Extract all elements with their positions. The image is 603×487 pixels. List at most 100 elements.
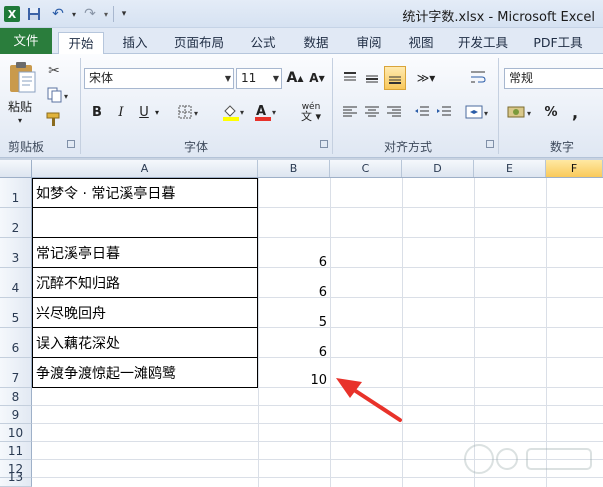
svg-text:A: A bbox=[256, 104, 266, 119]
row-header-5[interactable]: 5 bbox=[0, 298, 32, 328]
row-header-2[interactable]: 2 bbox=[0, 208, 32, 238]
italic-button[interactable]: I bbox=[112, 102, 130, 122]
copy-icon[interactable]: ▾ bbox=[44, 86, 72, 104]
row-header-6[interactable]: 6 bbox=[0, 328, 32, 358]
svg-text:▾: ▾ bbox=[484, 109, 488, 118]
cell-a7[interactable]: 争渡争渡惊起一滩鸥鹭 bbox=[32, 358, 258, 388]
align-left-icon[interactable] bbox=[340, 102, 360, 122]
group-separator bbox=[332, 58, 333, 154]
cell-a3[interactable]: 常记溪亭日暮 bbox=[32, 238, 258, 268]
row-header-13[interactable]: 13 bbox=[0, 470, 32, 487]
font-color-icon[interactable]: A ▾ bbox=[252, 102, 280, 122]
tab-pdf-tools[interactable]: PDF工具 bbox=[526, 32, 590, 54]
row-header-10[interactable]: 10 bbox=[0, 424, 32, 442]
decrease-indent-icon[interactable] bbox=[412, 102, 432, 122]
alignment-launcher-icon[interactable] bbox=[486, 140, 494, 148]
number-format-combo[interactable]: 常规 bbox=[504, 68, 603, 89]
font-size-combo[interactable]: 11 ▼ bbox=[236, 68, 282, 89]
row-header-1[interactable]: 1 bbox=[0, 178, 32, 208]
cell-a4[interactable]: 沉醉不知归路 bbox=[32, 268, 258, 298]
watermark-logo-icon bbox=[464, 444, 592, 474]
svg-text:▾: ▾ bbox=[194, 109, 198, 118]
redo-dropdown-icon[interactable]: ▾ bbox=[98, 6, 114, 22]
merge-center-icon[interactable]: ▾ bbox=[464, 102, 492, 122]
wrap-text-icon[interactable] bbox=[466, 66, 490, 88]
orientation-icon[interactable]: ≫▾ bbox=[414, 68, 438, 88]
align-middle-icon[interactable] bbox=[362, 68, 382, 88]
chevron-down-icon[interactable]: ▼ bbox=[225, 69, 231, 88]
cell-a5[interactable]: 兴尽晚回舟 bbox=[32, 298, 258, 328]
align-center-icon[interactable] bbox=[362, 102, 382, 122]
increase-indent-icon[interactable] bbox=[434, 102, 454, 122]
tab-developer[interactable]: 开发工具 bbox=[450, 32, 516, 54]
borders-icon[interactable]: ▾ bbox=[176, 102, 202, 122]
fill-color-icon[interactable]: ▾ bbox=[220, 102, 248, 122]
row-header-3[interactable]: 3 bbox=[0, 238, 32, 268]
cell-b6[interactable]: 6 bbox=[258, 345, 330, 360]
tab-insert[interactable]: 插入 bbox=[112, 32, 158, 54]
column-header-b[interactable]: B bbox=[258, 160, 330, 177]
row-header-11[interactable]: 11 bbox=[0, 442, 32, 460]
font-launcher-icon[interactable] bbox=[320, 140, 328, 148]
row-header-9[interactable]: 9 bbox=[0, 406, 32, 424]
row-header-7[interactable]: 7 bbox=[0, 358, 32, 388]
gridline bbox=[32, 405, 603, 406]
excel-logo-icon[interactable]: X bbox=[4, 6, 20, 22]
clipboard-group-label: 剪贴板 bbox=[8, 140, 45, 154]
number-format-value: 常规 bbox=[509, 71, 534, 85]
align-right-icon[interactable] bbox=[384, 102, 404, 122]
cell-a2[interactable] bbox=[32, 208, 258, 238]
tab-page-layout[interactable]: 页面布局 bbox=[166, 32, 232, 54]
customize-qat-icon[interactable]: ▾ bbox=[116, 6, 132, 22]
font-name-combo[interactable]: 宋体 ▼ bbox=[84, 68, 234, 89]
currency-format-icon[interactable]: ▾ bbox=[506, 102, 536, 122]
cell-b3[interactable]: 6 bbox=[258, 255, 330, 270]
cell-a6[interactable]: 误入藕花深处 bbox=[32, 328, 258, 358]
grow-font-icon[interactable]: A ▲ bbox=[286, 68, 304, 88]
save-icon[interactable] bbox=[26, 6, 42, 22]
align-bottom-icon[interactable] bbox=[384, 66, 406, 90]
column-header-f[interactable]: F bbox=[546, 160, 603, 177]
select-all-corner[interactable] bbox=[0, 160, 32, 177]
ribbon-home: 粘贴 ▾ ✂ ▾ 剪贴板 宋体 ▼ 11 ▼ A ▲ A ▼ B I U ▾ ▾ ▾… bbox=[0, 54, 603, 158]
column-header-d[interactable]: D bbox=[402, 160, 474, 177]
paste-icon[interactable] bbox=[6, 58, 38, 96]
row-header-4[interactable]: 4 bbox=[0, 268, 32, 298]
cell-b5[interactable]: 5 bbox=[258, 315, 330, 330]
percent-style-button[interactable]: % bbox=[542, 102, 560, 122]
redo-icon[interactable]: ↷ bbox=[82, 6, 98, 22]
paste-dropdown-icon[interactable]: ▾ bbox=[18, 116, 22, 125]
align-top-icon[interactable] bbox=[340, 68, 360, 88]
tab-view[interactable]: 视图 bbox=[398, 32, 444, 54]
comma-style-button[interactable]: , bbox=[568, 102, 582, 122]
shrink-font-label: A bbox=[309, 71, 319, 85]
cut-icon[interactable]: ✂ bbox=[44, 62, 64, 80]
tab-file[interactable]: 文件 bbox=[0, 28, 52, 54]
column-header-c[interactable]: C bbox=[330, 160, 402, 177]
column-headers: A B C D E F bbox=[0, 160, 603, 178]
qat-separator bbox=[113, 6, 114, 22]
chevron-down-icon[interactable]: ▼ bbox=[273, 69, 279, 88]
row-header-8[interactable]: 8 bbox=[0, 388, 32, 406]
shrink-font-icon[interactable]: A ▼ bbox=[308, 68, 326, 88]
tab-review[interactable]: 审阅 bbox=[346, 32, 392, 54]
tab-data[interactable]: 数据 bbox=[293, 32, 339, 54]
bold-button[interactable]: B bbox=[88, 102, 106, 122]
tab-home[interactable]: 开始 bbox=[58, 32, 104, 55]
tab-formulas[interactable]: 公式 bbox=[240, 32, 286, 54]
phonetic-guide-icon[interactable]: wén 文 ▾ bbox=[294, 100, 328, 124]
clipboard-launcher-icon[interactable] bbox=[67, 140, 75, 148]
paste-button[interactable]: 粘贴 bbox=[8, 98, 32, 115]
undo-dropdown-icon[interactable]: ▾ bbox=[66, 6, 82, 22]
underline-button[interactable]: U bbox=[136, 102, 152, 122]
svg-text:▾: ▾ bbox=[64, 92, 68, 101]
cell-a1[interactable]: 如梦令 · 常记溪亭日暮 bbox=[32, 178, 258, 208]
format-painter-icon[interactable] bbox=[44, 110, 64, 128]
undo-icon[interactable]: ↶ bbox=[50, 6, 66, 22]
cell-b4[interactable]: 6 bbox=[258, 285, 330, 300]
underline-dropdown-icon[interactable]: ▾ bbox=[152, 102, 162, 122]
alignment-group-label: 对齐方式 bbox=[384, 140, 433, 154]
column-header-a[interactable]: A bbox=[32, 160, 258, 177]
cell-b7[interactable]: 10 bbox=[258, 373, 330, 388]
column-header-e[interactable]: E bbox=[474, 160, 546, 177]
